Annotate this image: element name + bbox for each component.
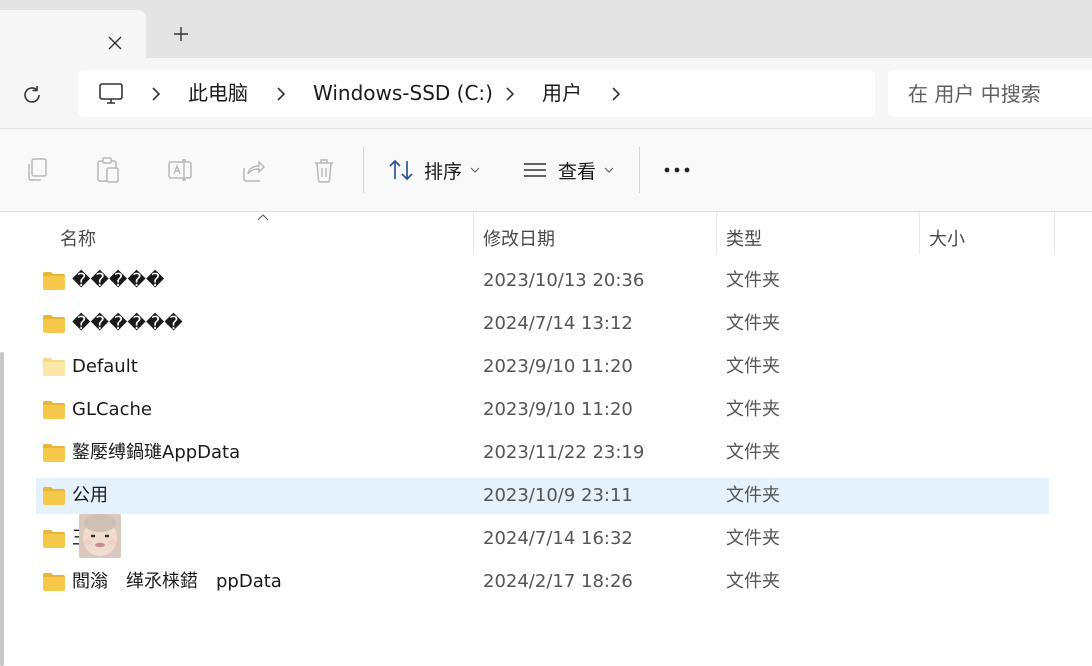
delete-icon[interactable]	[311, 156, 337, 184]
file-row[interactable]: Default 2023/9/10 11:20 文件夹	[36, 349, 1049, 385]
share-icon[interactable]	[240, 156, 266, 184]
breadcrumb-drive[interactable]: Windows-SSD (C:)	[313, 70, 493, 117]
chevron-down-icon	[470, 167, 480, 173]
file-type: 文件夹	[726, 356, 780, 377]
column-divider[interactable]	[716, 212, 717, 254]
file-row[interactable]: 王鸿2024/7/14 16:32文件夹	[36, 521, 1049, 557]
toolbar-divider	[639, 147, 640, 193]
file-row[interactable]: ������ 2024/7/14 13:12 文件夹	[36, 306, 1049, 342]
file-name: 閻滃 缂氶梾鍣 ppData	[72, 571, 282, 592]
column-header-type[interactable]: 类型	[726, 220, 762, 260]
scrollbar[interactable]	[0, 352, 4, 666]
face-image-icon	[79, 514, 121, 558]
new-tab-button[interactable]	[168, 21, 194, 47]
file-type: 文件夹	[726, 399, 780, 420]
file-date-modified: 2024/2/17 18:26	[483, 571, 633, 592]
file-name: GLCache	[72, 399, 152, 420]
breadcrumb-users[interactable]: 用户	[542, 70, 582, 117]
file-name: 公用	[72, 485, 108, 506]
tab-strip	[0, 0, 1092, 58]
sort-icon	[389, 159, 413, 181]
column-divider[interactable]	[473, 212, 474, 254]
file-date-modified: 2023/10/13 20:36	[483, 270, 645, 291]
copy-icon[interactable]	[23, 156, 49, 184]
refresh-button[interactable]	[18, 81, 46, 109]
file-row[interactable]: GLCache 2023/9/10 11:20 文件夹	[36, 392, 1049, 428]
plus-icon	[174, 27, 188, 41]
paste-icon[interactable]	[95, 156, 121, 184]
file-type: 文件夹	[726, 442, 780, 463]
refresh-icon	[24, 86, 40, 103]
folder-icon	[43, 444, 65, 462]
address-row: 此电脑 Windows-SSD (C:) 用户	[0, 58, 1092, 129]
file-date-modified: 2023/10/9 23:11	[483, 485, 633, 506]
file-type: 文件夹	[726, 528, 780, 549]
sort-button[interactable]: 排序	[388, 151, 490, 189]
file-row[interactable]: ����� 2023/10/13 20:36 文件夹	[36, 263, 1049, 299]
view-button[interactable]: 查看	[522, 151, 624, 189]
folder-icon	[43, 272, 65, 290]
chevron-right-icon[interactable]	[501, 85, 519, 103]
view-list-icon	[524, 163, 546, 177]
file-date-modified: 2024/7/14 13:12	[483, 313, 633, 334]
chevron-right-icon[interactable]	[272, 85, 290, 103]
file-row[interactable]: 鐜嬮缚鍋璡AppData 2023/11/22 23:19 文件夹	[36, 435, 1049, 471]
file-type: 文件夹	[726, 485, 780, 506]
chevron-right-icon[interactable]	[147, 85, 165, 103]
command-bar: 排序 查看	[0, 129, 1092, 212]
active-tab[interactable]	[0, 10, 146, 58]
file-date-modified: 2024/7/14 16:32	[483, 528, 633, 549]
more-options-icon[interactable]	[663, 165, 691, 175]
breadcrumb-this-pc[interactable]: 此电脑	[188, 70, 248, 117]
avatar	[79, 514, 121, 558]
file-type: 文件夹	[726, 270, 780, 291]
column-header-size[interactable]: 大小	[929, 220, 965, 260]
file-type: 文件夹	[726, 313, 780, 334]
toolbar-divider	[363, 147, 364, 193]
file-row[interactable]: 公用 2023/10/9 23:11 文件夹	[36, 478, 1049, 514]
column-divider[interactable]	[919, 212, 920, 254]
folder-light-icon	[43, 358, 65, 376]
folder-icon	[43, 530, 65, 548]
chevron-down-icon	[604, 167, 614, 173]
search-input[interactable]	[908, 70, 1088, 117]
file-date-modified: 2023/11/22 23:19	[483, 442, 645, 463]
column-divider[interactable]	[1054, 212, 1055, 254]
computer-icon	[99, 83, 123, 104]
sort-ascending-icon	[257, 214, 269, 221]
close-icon	[108, 36, 122, 50]
file-row[interactable]: 閻滃 缂氶梾鍣 ppData 2024/2/17 18:26 文件夹	[36, 564, 1049, 600]
file-name: Default	[72, 356, 138, 377]
chevron-right-icon[interactable]	[607, 85, 625, 103]
file-type: 文件夹	[726, 571, 780, 592]
rename-icon[interactable]	[167, 156, 193, 184]
file-name: �����	[72, 270, 165, 291]
file-list: 名称 修改日期 类型 大小 ����� 2023/10/13 20:36 文件夹 ��…	[0, 212, 1092, 666]
folder-icon	[43, 487, 65, 505]
folder-icon	[43, 315, 65, 333]
folder-icon	[43, 573, 65, 591]
folder-icon	[43, 401, 65, 419]
column-header-name[interactable]: 名称	[60, 220, 96, 260]
file-name: ������	[72, 313, 183, 334]
search-box[interactable]	[888, 70, 1092, 117]
address-bar[interactable]: 此电脑 Windows-SSD (C:) 用户	[78, 70, 875, 117]
close-tab-button[interactable]	[102, 30, 128, 56]
file-name: 鐜嬮缚鍋璡AppData	[72, 442, 241, 463]
file-date-modified: 2023/9/10 11:20	[483, 356, 633, 377]
sort-label: 排序	[424, 160, 463, 183]
file-date-modified: 2023/9/10 11:20	[483, 399, 633, 420]
view-label: 查看	[558, 160, 597, 183]
column-header-date-modified[interactable]: 修改日期	[483, 220, 555, 260]
